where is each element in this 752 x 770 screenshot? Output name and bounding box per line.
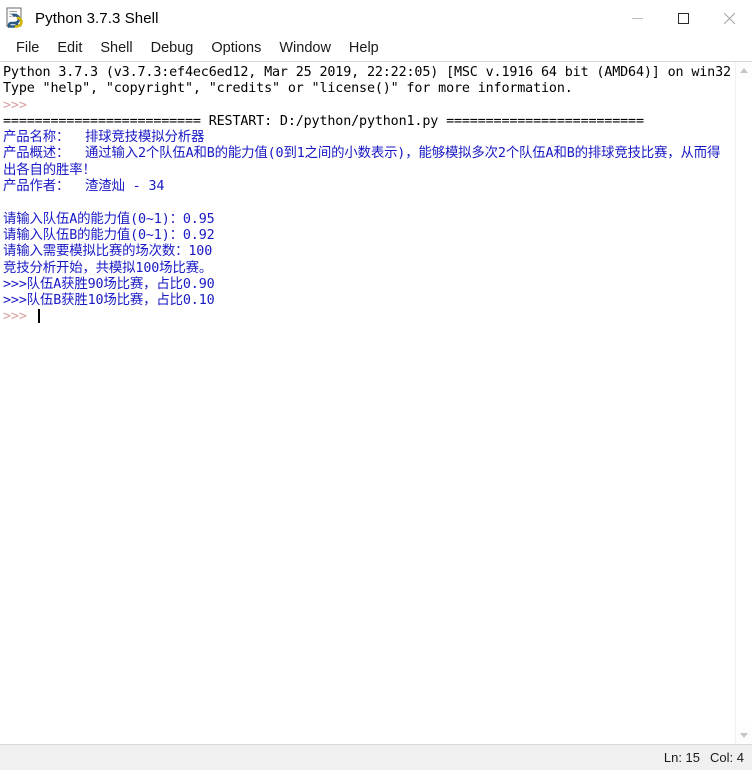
menu-item-options[interactable]: Options [202, 36, 270, 61]
shell-content: Python 3.7.3 (v3.7.3:ef4ec6ed12, Mar 25 … [0, 62, 752, 744]
menu-item-edit[interactable]: Edit [48, 36, 91, 61]
shell-line: >>>队伍A获胜90场比赛，占比0.90 [3, 276, 215, 292]
titlebar[interactable]: Python 3.7.3 Shell [0, 0, 752, 36]
vertical-scrollbar[interactable] [735, 62, 752, 744]
menu-item-window[interactable]: Window [270, 36, 340, 61]
shell-line: Type "help", "copyright", "credits" or "… [3, 81, 573, 97]
shell-line: ========================= RESTART: D:/py… [3, 113, 644, 129]
chevron-up-icon [740, 68, 748, 73]
shell-line: 请输入队伍A的能力值(0~1)：0.95 [3, 211, 215, 227]
shell-line: 产品概述： 通过输入2个队伍A和B的能力值(0到1之间的小数表示)，能够模拟多次… [3, 146, 721, 178]
menu-item-help[interactable]: Help [340, 36, 388, 61]
shell-line: 请输入需要模拟比赛的场次数：100 [3, 244, 213, 260]
menu-item-shell[interactable]: Shell [91, 36, 141, 61]
maximize-icon [677, 12, 689, 24]
scroll-down-button[interactable] [736, 727, 752, 744]
shell-text-area[interactable]: Python 3.7.3 (v3.7.3:ef4ec6ed12, Mar 25 … [0, 62, 735, 744]
window-title: Python 3.7.3 Shell [35, 9, 159, 27]
minimize-button[interactable] [614, 0, 660, 36]
shell-line: >>>队伍B获胜10场比赛，占比0.10 [3, 293, 215, 309]
menu-item-debug[interactable]: Debug [142, 36, 203, 61]
chevron-down-icon [740, 733, 748, 738]
shell-line: 产品名称： 排球竞技模拟分析器 [3, 130, 205, 146]
text-caret [37, 309, 40, 324]
status-col-indicator: Col: 4 [710, 750, 744, 765]
shell-line: Python 3.7.3 (v3.7.3:ef4ec6ed12, Mar 25 … [3, 65, 731, 80]
menu-item-file[interactable]: File [7, 36, 48, 61]
shell-line: >>> [3, 97, 35, 113]
idle-shell-window: Python 3.7.3 Shell File Edit Shell Debug… [0, 0, 752, 770]
shell-line: 产品作者： 渣渣灿 - 34 [3, 179, 165, 195]
scroll-up-button[interactable] [736, 62, 752, 79]
status-line-indicator: Ln: 15 [663, 750, 701, 765]
close-button[interactable] [706, 0, 752, 36]
shell-line [3, 195, 733, 211]
maximize-button[interactable] [660, 0, 706, 36]
python-idle-icon [6, 7, 28, 29]
menubar: File Edit Shell Debug Options Window Hel… [0, 36, 752, 62]
minimize-icon [631, 17, 643, 19]
shell-line: 请输入队伍B的能力值(0~1)：0.92 [3, 227, 215, 243]
shell-line: >>> [3, 309, 733, 325]
statusbar: Ln: 15 Col: 4 [0, 744, 752, 770]
close-icon [723, 12, 736, 25]
window-controls [614, 0, 752, 36]
scrollbar-track[interactable] [735, 79, 752, 727]
shell-line: 竞技分析开始，共模拟100场比赛。 [3, 260, 213, 276]
shell-output[interactable]: Python 3.7.3 (v3.7.3:ef4ec6ed12, Mar 25 … [0, 62, 735, 326]
